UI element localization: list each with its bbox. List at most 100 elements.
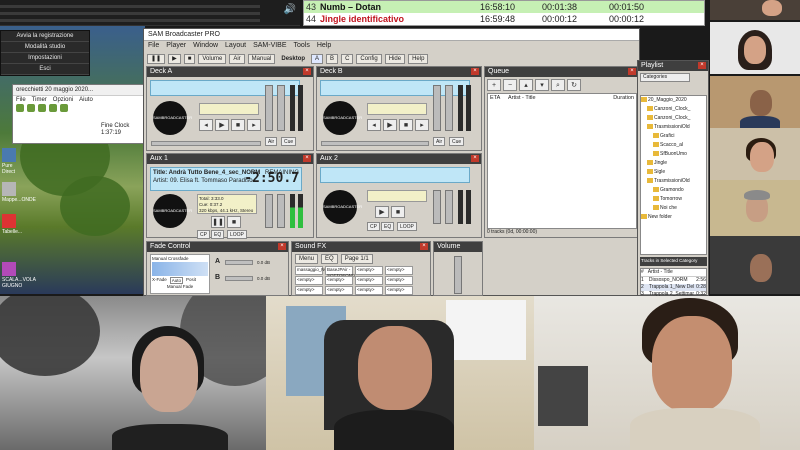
tree-item[interactable]: 20_Maggio_2020 <box>641 96 706 105</box>
close-icon[interactable]: × <box>420 243 428 250</box>
next-button[interactable]: ▸ <box>415 119 429 131</box>
add-icon[interactable]: + <box>487 79 501 91</box>
fx-menu-button[interactable]: Menu <box>295 254 319 264</box>
fx-cell[interactable]: <empty> <box>325 276 353 285</box>
tree-item[interactable]: Grafici <box>641 132 706 141</box>
menu-timer[interactable]: Timer <box>32 97 47 103</box>
crossfade-box[interactable]: Manual Crossfade X-Fade Auto Posit Manua… <box>150 254 210 294</box>
refresh-icon[interactable]: ↻ <box>567 79 581 91</box>
menu-file[interactable]: File <box>16 97 26 103</box>
menu-item-start-recording[interactable]: Avvia la registrazione <box>1 31 89 42</box>
close-icon[interactable]: × <box>628 68 636 75</box>
eq-button[interactable]: EQ <box>211 230 225 239</box>
remove-icon[interactable]: − <box>503 79 517 91</box>
play-button[interactable]: ▶ <box>383 119 397 131</box>
fx-cell[interactable]: <empty> <box>295 286 323 295</box>
playlist-row[interactable]: 43 Numb – Dotan 16:58:10 00:01:38 00:01:… <box>304 1 704 13</box>
deck-pitch-slider[interactable] <box>277 194 285 228</box>
loop-button[interactable]: LOOP <box>397 222 417 231</box>
menu-tools[interactable]: Tools <box>294 42 310 51</box>
up-icon[interactable]: ▴ <box>519 79 533 91</box>
hide-button[interactable]: Hide <box>384 53 406 64</box>
mode-select[interactable]: Manual <box>247 53 276 64</box>
tree-item[interactable]: Jingle <box>641 159 706 168</box>
seek-bar[interactable] <box>321 141 429 146</box>
menu-help[interactable]: Aiuto <box>79 97 93 103</box>
tracks-list[interactable]: # Artist - Title 1 Dissospo_NORM 2:56 2 Trappo… <box>640 268 707 297</box>
speaker-icon[interactable]: 🔊 <box>284 4 296 15</box>
air-button[interactable]: Air <box>265 137 278 146</box>
playlist-row[interactable]: 44 Jingle identificativo 16:59:48 00:00:… <box>304 13 704 25</box>
deck-pitch-slider[interactable] <box>445 85 453 131</box>
participant-video[interactable] <box>710 76 800 128</box>
participant-video[interactable] <box>534 296 800 450</box>
track-row[interactable]: 1 Dissospo_NORM 2:56 <box>641 277 706 284</box>
menu-item-settings[interactable]: Impostazioni <box>1 53 89 64</box>
fx-cell[interactable]: <empty> <box>385 266 413 275</box>
desktop-tab-b[interactable]: B <box>326 53 339 64</box>
prev-button[interactable]: ◂ <box>367 119 381 131</box>
air-button[interactable]: Air <box>433 137 446 146</box>
deck-pitch-slider[interactable] <box>277 85 285 131</box>
participant-video[interactable] <box>266 296 534 450</box>
deck-volume-slider[interactable] <box>433 190 441 224</box>
deck-volume-slider[interactable] <box>433 85 441 131</box>
fx-cell[interactable]: <empty> <box>355 276 383 285</box>
toolbar-icon[interactable] <box>49 104 57 112</box>
stop-button[interactable]: ■ <box>183 53 196 64</box>
menu-file[interactable]: File <box>148 42 159 51</box>
fx-cell[interactable]: <empty> <box>325 286 353 295</box>
fx-volume-slider[interactable] <box>454 256 462 294</box>
close-icon[interactable]: × <box>303 68 311 75</box>
desktop-icon[interactable]: Mappe...ONDE <box>2 182 36 203</box>
fx-cell[interactable]: <empty> <box>385 286 413 295</box>
close-icon[interactable]: × <box>471 155 479 162</box>
fx-cell[interactable]: <empty> <box>355 266 383 275</box>
menu-options[interactable]: Opzioni <box>53 97 73 103</box>
toolbar-icon[interactable] <box>38 104 46 112</box>
fx-cell[interactable]: BaseJPAir - SOTTOFOND <box>325 266 355 278</box>
menu-item-exit[interactable]: Esci <box>1 64 89 75</box>
participant-video[interactable] <box>0 296 266 450</box>
next-button[interactable]: ▸ <box>247 119 261 131</box>
desktop-icon[interactable]: Tabelle... <box>2 214 26 235</box>
desktop-icon[interactable]: SCALA...VOLA GIUGNO <box>2 262 36 289</box>
tree-item[interactable]: SfBuonUmo <box>641 150 706 159</box>
tree-item[interactable]: Sigle <box>641 168 706 177</box>
fx-page[interactable]: Page 1/1 <box>340 254 373 264</box>
stop-button[interactable]: ■ <box>399 119 413 131</box>
down-icon[interactable]: ▾ <box>535 79 549 91</box>
menu-player[interactable]: Player <box>166 42 186 51</box>
config-button[interactable]: Config <box>356 53 382 64</box>
air-selector[interactable]: Air <box>229 53 245 64</box>
deck-pitch-slider[interactable] <box>445 190 453 224</box>
menu-sam-vibe[interactable]: SAM-VIBE <box>253 42 286 51</box>
participant-video[interactable] <box>710 236 800 294</box>
cp-button[interactable]: CP <box>367 222 380 231</box>
stop-button[interactable]: ■ <box>391 206 405 218</box>
desktop-tab-a[interactable]: A <box>311 53 324 64</box>
close-icon[interactable]: × <box>278 243 286 250</box>
tree-item[interactable]: New folder <box>641 213 706 222</box>
tree-item[interactable]: Gramondo <box>641 186 706 195</box>
participant-video[interactable] <box>710 0 800 20</box>
channel-b-fader[interactable] <box>225 276 253 281</box>
track-row[interactable]: 2 Trappola 1_New Dello_NORM0:28 <box>641 284 706 291</box>
tree-item[interactable]: TrasmissioniOld <box>641 123 706 132</box>
tree-item[interactable]: Canzoni_Clock_ <box>641 105 706 114</box>
tree-item[interactable]: Scacco_al <box>641 141 706 150</box>
fx-eq-button[interactable]: EQ <box>321 254 338 264</box>
auto-button[interactable]: Auto <box>169 277 184 284</box>
deck-volume-slider[interactable] <box>265 194 273 228</box>
play-button[interactable]: ▶ <box>168 53 181 64</box>
pause-button[interactable]: ❚❚ <box>211 216 225 228</box>
categories-button[interactable]: Categories <box>640 73 690 82</box>
prev-button[interactable]: ◂ <box>199 119 213 131</box>
participant-video[interactable] <box>710 180 800 236</box>
clock-item[interactable]: Fine Clock 1:37:19 <box>101 123 129 137</box>
play-button[interactable]: ▶ <box>375 206 389 218</box>
category-tree[interactable]: 20_Maggio_2020 Canzoni_Clock_ Canzoni_Cloc… <box>640 95 707 255</box>
loop-button[interactable]: LOOP <box>227 230 247 239</box>
menu-window[interactable]: Window <box>193 42 218 51</box>
queue-list[interactable]: ETA Artist - Title Duration <box>487 93 637 229</box>
